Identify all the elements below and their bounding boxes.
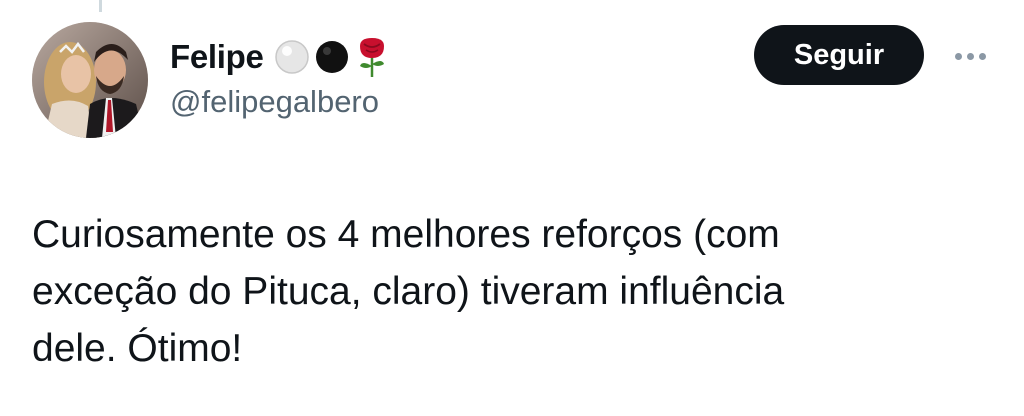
more-horizontal-icon-dot <box>966 52 974 60</box>
name-emojis <box>274 36 390 78</box>
author-name-row: Felipe <box>170 34 390 80</box>
white-circle-icon <box>274 39 310 75</box>
thread-connector-line <box>99 0 102 12</box>
author-handle[interactable]: @felipegalbero <box>170 84 379 120</box>
more-horizontal-icon-dot <box>978 52 986 60</box>
rose-icon <box>354 36 390 78</box>
tweet-text: Curiosamente os 4 melhores reforços (com… <box>32 213 785 370</box>
avatar[interactable] <box>32 22 148 138</box>
follow-button[interactable]: Seguir <box>754 25 924 85</box>
more-horizontal-icon-dot <box>954 52 962 60</box>
author-display-name[interactable]: Felipe <box>170 38 264 76</box>
more-options-button[interactable] <box>948 44 992 68</box>
black-circle-icon <box>314 39 350 75</box>
couple-photo-avatar <box>32 22 148 138</box>
